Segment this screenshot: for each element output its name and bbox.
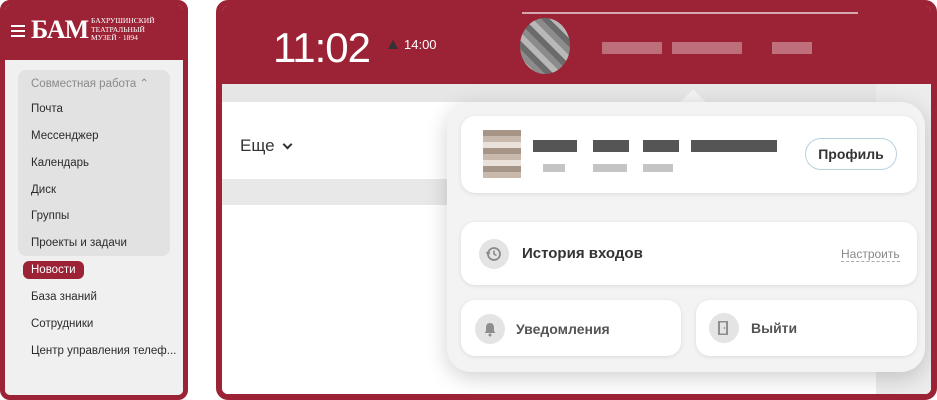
menu-icon[interactable] bbox=[11, 25, 25, 37]
bell-icon bbox=[475, 314, 505, 344]
user-name-blurred-3 bbox=[772, 42, 812, 54]
profile-sub-blurred-3 bbox=[643, 164, 673, 172]
logo-mark: БАМ bbox=[31, 15, 89, 44]
sidebar-item-knowledge[interactable]: База знаний bbox=[31, 291, 97, 303]
progress-line bbox=[522, 12, 858, 14]
sidebar-item-messenger[interactable]: Мессенджер bbox=[31, 130, 99, 142]
sidebar-item-disk[interactable]: Диск bbox=[31, 184, 56, 196]
login-history-card[interactable]: История входов Настроить bbox=[461, 222, 917, 285]
content-band bbox=[222, 179, 452, 205]
door-icon bbox=[709, 313, 739, 343]
user-popup: Профиль История входов Настроить Уведомл… bbox=[447, 102, 925, 372]
clock[interactable]: 11:02 bbox=[273, 24, 371, 72]
sidebar-item-employees[interactable]: Сотрудники bbox=[31, 318, 93, 330]
profile-name-blurred bbox=[533, 140, 577, 152]
content-top-strip bbox=[222, 84, 931, 102]
profile-avatar bbox=[483, 130, 521, 178]
sidebar-item-calendar[interactable]: Календарь bbox=[31, 157, 89, 169]
profile-button[interactable]: Профиль bbox=[805, 138, 897, 170]
profile-name-blurred-3 bbox=[643, 140, 679, 152]
sidebar-menu: Совместная работа ⌃ Почта Мессенджер Кал… bbox=[5, 60, 183, 395]
menu-group-title[interactable]: Совместная работа ⌃ bbox=[31, 76, 149, 90]
history-label: История входов bbox=[522, 245, 643, 262]
notifications-button[interactable]: Уведомления bbox=[461, 300, 681, 356]
profile-name-blurred-4 bbox=[691, 140, 777, 152]
left-sidebar-frame: БАМ БАХРУШИНСКИЙ ТЕАТРАЛЬНЫЙ МУЗЕЙ · 189… bbox=[0, 0, 188, 400]
profile-name-blurred-2 bbox=[593, 140, 629, 152]
alarm-indicator[interactable]: 14:00 bbox=[388, 37, 437, 52]
logout-label: Выйти bbox=[751, 320, 798, 336]
setup-link[interactable]: Настроить bbox=[841, 247, 900, 262]
sidebar-item-news[interactable]: Новости bbox=[23, 261, 84, 279]
history-icon bbox=[479, 239, 509, 269]
alarm-icon bbox=[388, 40, 398, 49]
top-bar: 11:02 14:00 bbox=[222, 6, 931, 84]
sidebar-item-groups[interactable]: Группы bbox=[31, 210, 69, 222]
user-name-blurred-2 bbox=[672, 42, 742, 54]
alarm-time: 14:00 bbox=[404, 37, 437, 52]
logo-text: БАХРУШИНСКИЙ ТЕАТРАЛЬНЫЙ МУЗЕЙ · 1894 bbox=[91, 16, 155, 42]
user-name-blurred[interactable] bbox=[602, 42, 662, 54]
more-menu[interactable]: Еще bbox=[240, 136, 293, 156]
profile-card[interactable]: Профиль bbox=[461, 116, 917, 193]
sidebar-item-projects[interactable]: Проекты и задачи bbox=[31, 237, 127, 249]
sidebar-item-mail[interactable]: Почта bbox=[31, 103, 63, 115]
right-portal-frame: 11:02 14:00 Еще Профиль История входов Н… bbox=[216, 0, 937, 400]
sidebar-header: БАМ БАХРУШИНСКИЙ ТЕАТРАЛЬНЫЙ МУЗЕЙ · 189… bbox=[5, 5, 183, 60]
profile-sub-blurred-2 bbox=[593, 164, 627, 172]
notifications-label: Уведомления bbox=[516, 321, 610, 337]
more-label: Еще bbox=[240, 136, 275, 155]
chevron-down-icon bbox=[282, 139, 293, 150]
sidebar-item-telephony[interactable]: Центр управления телеф... bbox=[31, 345, 176, 357]
logout-button[interactable]: Выйти bbox=[696, 300, 917, 356]
user-avatar[interactable] bbox=[520, 18, 570, 74]
profile-sub-blurred bbox=[543, 164, 565, 172]
